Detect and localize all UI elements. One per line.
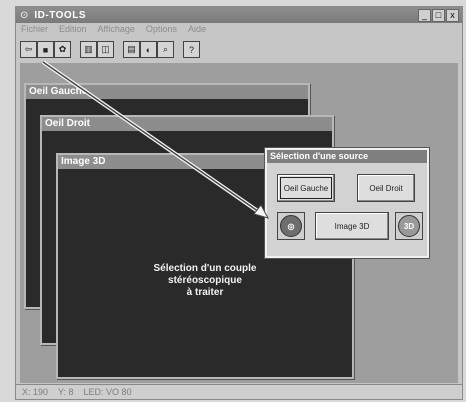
3d-icon[interactable]: 3D (395, 212, 423, 240)
menu-fichier[interactable]: Fichier (21, 24, 48, 37)
status-x: X: 190 (22, 387, 49, 397)
menu-bar: Fichier Edition Affichage Options Aide (16, 24, 462, 37)
source-dialog: Sélection d'une source Oeil Gauche Oeil … (264, 147, 430, 259)
menu-options[interactable]: Options (146, 24, 177, 37)
close-button[interactable]: x (446, 9, 459, 22)
menu-aide[interactable]: Aide (188, 24, 206, 37)
dialog-title: Sélection d'une source (267, 150, 427, 163)
oeil-droit-button[interactable]: Oeil Droit (357, 174, 415, 202)
status-bar: X: 190 Y: 8 LED: VO 80 (16, 384, 462, 399)
image-icon[interactable]: ▤ (123, 41, 140, 58)
window-title: ID-TOOLS (34, 9, 86, 21)
gear-icon[interactable]: ✿ (54, 41, 71, 58)
right-view-icon[interactable]: ◫ (97, 41, 114, 58)
left-view-icon[interactable]: ▥ (80, 41, 97, 58)
window-title-oeil-gauche[interactable]: Oeil Gauche (26, 85, 308, 99)
center-message-line2: stéréoscopique (168, 275, 242, 286)
app-icon: ⊙ (20, 9, 29, 21)
mask-icon[interactable]: ◐ (140, 41, 157, 58)
title-bar: ⊙ ID-TOOLS _ □ x (16, 7, 462, 23)
menu-affichage[interactable]: Affichage (98, 24, 135, 37)
image-3d-button[interactable]: Image 3D (315, 212, 389, 240)
maximize-button[interactable]: □ (432, 9, 445, 22)
oeil-gauche-button[interactable]: Oeil Gauche (277, 174, 335, 202)
center-message-line1: Sélection d'un couple (153, 263, 257, 274)
window-title-oeil-droit[interactable]: Oeil Droit (42, 117, 332, 131)
help-icon[interactable]: ? (183, 41, 200, 58)
save-icon[interactable]: ■ (37, 41, 54, 58)
open-icon[interactable]: ⇦ (20, 41, 37, 58)
toolbar: ⇦ ■ ✿ ▥ ◫ ▤ ◐ ⌕ ? (20, 41, 209, 58)
minimize-button[interactable]: _ (418, 9, 431, 22)
center-message-line3: à traiter (186, 287, 224, 298)
zoom-icon[interactable]: ⌕ (157, 41, 174, 58)
menu-edition[interactable]: Edition (59, 24, 87, 37)
status-y: Y: 8 (58, 387, 74, 397)
status-led: LED: VO 80 (83, 387, 132, 397)
sphere-icon[interactable]: ◎ (277, 212, 305, 240)
center-message: Sélection d'un couple stéréoscopique à t… (58, 263, 352, 299)
